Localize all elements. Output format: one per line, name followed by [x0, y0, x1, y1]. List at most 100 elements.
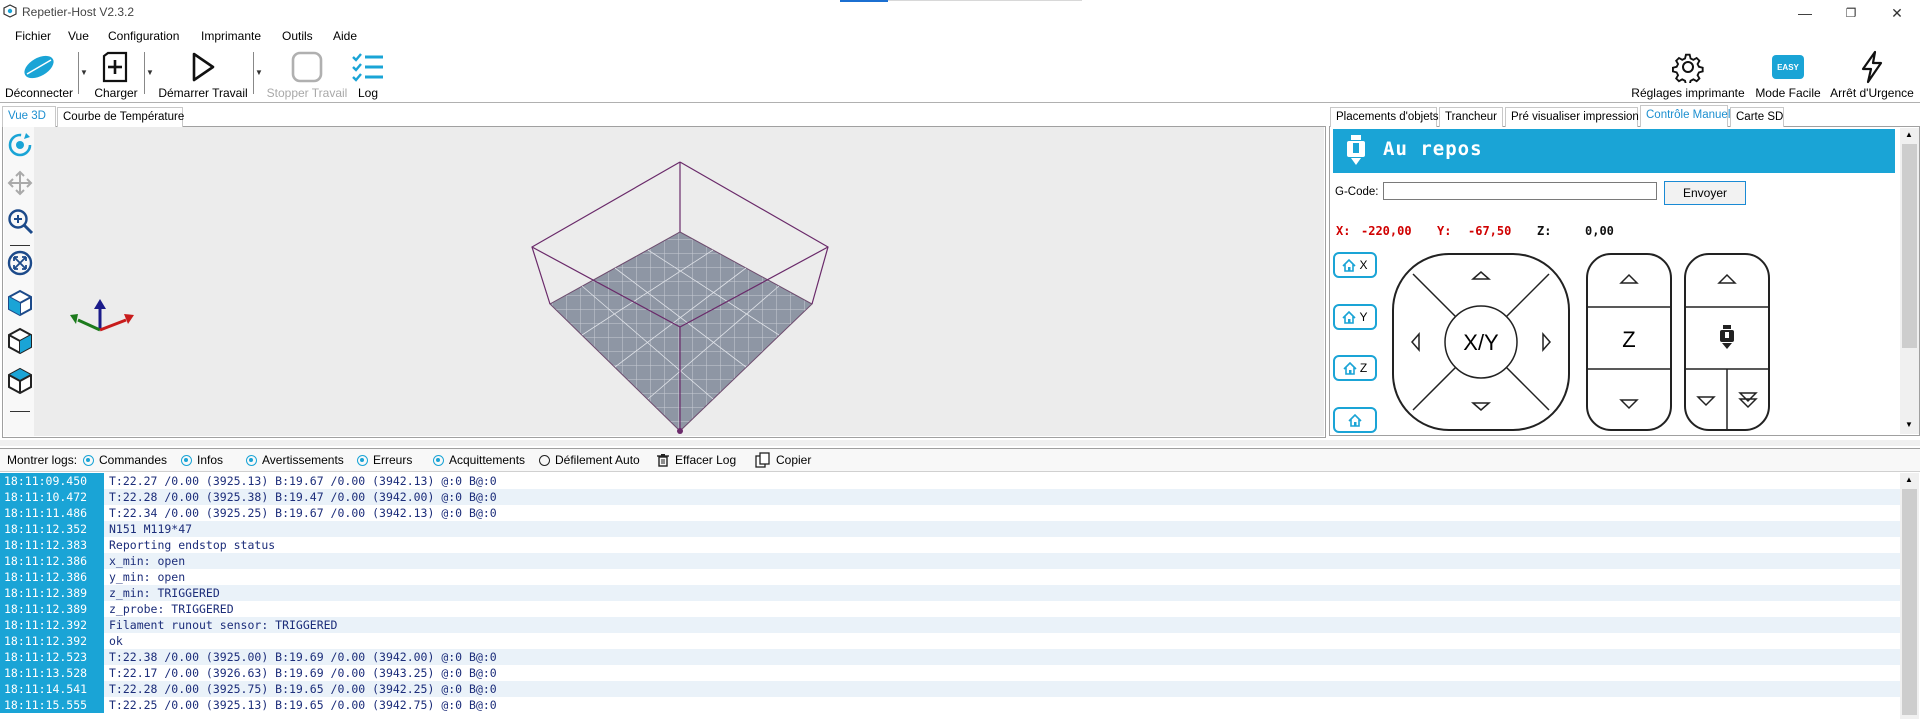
- errors-toggle[interactable]: Erreurs: [357, 449, 412, 471]
- log-row: 18:11:11.486 T:22.34 /0.00 (3925.25) B:19…: [0, 505, 1900, 521]
- log-scrollbar[interactable]: ▲: [1900, 473, 1919, 719]
- tab-temperature-curve[interactable]: Courbe de Température: [57, 107, 184, 127]
- home-icon: [1348, 413, 1362, 427]
- y-coord-label: Y:: [1437, 224, 1452, 238]
- xy-jog-pad[interactable]: X/Y: [1391, 252, 1571, 432]
- log-row: 18:11:09.450 T:22.27 /0.00 (3925.13) B:19…: [0, 473, 1900, 489]
- title-bar: Repetier-Host V2.3.2 — ❐ ✕: [0, 0, 1920, 26]
- log-row: 18:11:12.386 x_min: open: [0, 553, 1900, 569]
- radio-indicator: [246, 454, 257, 466]
- view-tools-sidebar: [4, 127, 34, 436]
- start-job-dropdown-icon[interactable]: ▼: [255, 68, 263, 77]
- log-button[interactable]: Log: [350, 46, 386, 102]
- home-x-button[interactable]: X: [1333, 252, 1377, 278]
- extruder-icon: [1347, 135, 1365, 165]
- easy-mode-button[interactable]: EASY Mode Facile: [1752, 46, 1824, 102]
- menu-outils[interactable]: Outils: [275, 26, 320, 46]
- left-tab-strip: Vue 3D Courbe de Température: [2, 105, 184, 127]
- move-icon[interactable]: [6, 169, 34, 197]
- z-coord-label: Z:: [1537, 224, 1552, 238]
- radio-indicator: [83, 454, 94, 466]
- acks-toggle[interactable]: Acquittements: [433, 449, 525, 471]
- copy-log-button[interactable]: Copier: [755, 449, 811, 471]
- maximize-button[interactable]: ❐: [1828, 0, 1874, 26]
- home-y-button[interactable]: Y: [1333, 304, 1377, 330]
- scrollbar-thumb[interactable]: [1902, 144, 1917, 348]
- load-button[interactable]: Charger: [92, 46, 140, 102]
- scroll-up-icon[interactable]: ▲: [1905, 130, 1913, 139]
- stop-icon: [290, 48, 324, 86]
- cube-top-icon[interactable]: [6, 327, 34, 355]
- infos-toggle[interactable]: Infos: [181, 449, 223, 471]
- 3d-viewport[interactable]: [34, 127, 1324, 436]
- tab-object-placement[interactable]: Placements d'objets: [1330, 107, 1439, 127]
- home-all-button[interactable]: [1333, 407, 1377, 433]
- log-row: 18:11:12.392 Filament runout sensor: TRIG…: [0, 617, 1900, 633]
- trash-icon: [657, 454, 669, 467]
- menu-vue[interactable]: Vue: [61, 26, 96, 46]
- xy-pad-label: X/Y: [1463, 330, 1499, 355]
- log-row: 18:11:10.472 T:22.28 /0.00 (3925.38) B:19…: [0, 489, 1900, 505]
- log-list[interactable]: 18:11:09.450 T:22.27 /0.00 (3925.13) B:19…: [0, 473, 1900, 719]
- cube-front-icon[interactable]: [6, 367, 34, 395]
- zoom-icon[interactable]: [6, 207, 34, 235]
- log-row: 18:11:12.389 z_probe: TRIGGERED: [0, 601, 1900, 617]
- disconnect-dropdown-icon[interactable]: ▼: [80, 68, 88, 77]
- stop-job-button[interactable]: Stopper Travail: [266, 46, 348, 102]
- fit-view-icon[interactable]: [6, 249, 34, 277]
- log-row: 18:11:12.383 Reporting endstop status: [0, 537, 1900, 553]
- tab-slicer[interactable]: Trancheur: [1439, 107, 1503, 127]
- toolbar-separator: [253, 52, 254, 94]
- show-logs-label: Montrer logs:: [7, 453, 78, 467]
- send-button[interactable]: Envoyer: [1664, 181, 1746, 205]
- commands-toggle[interactable]: Commandes: [83, 449, 167, 471]
- home-z-button[interactable]: Z: [1333, 355, 1377, 381]
- minimize-button[interactable]: —: [1782, 0, 1828, 26]
- x-coord-label: X:: [1336, 224, 1351, 238]
- sidebar-divider: [10, 245, 30, 246]
- menu-configuration[interactable]: Configuration: [101, 26, 186, 46]
- close-button[interactable]: ✕: [1874, 0, 1920, 26]
- z-pad-label: Z: [1622, 327, 1636, 352]
- gcode-label: G-Code:: [1335, 186, 1379, 198]
- manual-control-scrollbar[interactable]: ▲ ▼: [1900, 128, 1919, 434]
- radio-indicator: [433, 454, 444, 466]
- tab-print-preview[interactable]: Pré visualiser impression: [1505, 107, 1639, 127]
- toolbar-bottom-border: [0, 102, 1920, 103]
- warnings-toggle[interactable]: Avertissements: [246, 449, 344, 471]
- load-dropdown-icon[interactable]: ▼: [146, 68, 154, 77]
- main-toolbar: Déconnecter ▼ Charger ▼ Démarrer Travail…: [0, 46, 1920, 102]
- scroll-up-icon[interactable]: ▲: [1905, 475, 1913, 484]
- panel-splitter[interactable]: [0, 440, 1920, 446]
- home-icon: [1342, 258, 1357, 272]
- z-coord-value: 0,00: [1585, 224, 1614, 238]
- scrollbar-thumb[interactable]: [1902, 489, 1917, 715]
- start-job-button[interactable]: Démarrer Travail: [158, 46, 248, 102]
- app-icon: [3, 4, 17, 18]
- autoscroll-toggle[interactable]: Défilement Auto: [539, 449, 640, 471]
- tab-sd-card[interactable]: Carte SD: [1730, 107, 1784, 127]
- title-track-line: [888, 0, 1082, 1]
- gcode-input[interactable]: [1383, 182, 1657, 200]
- tab-vue-3d[interactable]: Vue 3D: [2, 106, 56, 127]
- tab-manual-control[interactable]: Contrôle Manuel: [1640, 105, 1730, 127]
- disconnect-button[interactable]: Déconnecter: [4, 46, 74, 102]
- emergency-stop-button[interactable]: Arrêt d'Urgence: [1828, 46, 1916, 102]
- log-row: 18:11:14.541 T:22.28 /0.00 (3925.75) B:19…: [0, 681, 1900, 697]
- play-icon: [190, 48, 216, 86]
- rotate-icon[interactable]: [6, 131, 34, 159]
- menu-aide[interactable]: Aide: [326, 26, 364, 46]
- menu-fichier[interactable]: Fichier: [8, 26, 58, 46]
- printer-status-text: Au repos: [1383, 138, 1483, 160]
- menu-imprimante[interactable]: Imprimante: [194, 26, 268, 46]
- x-coord-value: -220,00: [1361, 224, 1412, 238]
- z-jog-pad[interactable]: Z: [1585, 252, 1673, 432]
- printer-settings-button[interactable]: Réglages imprimante: [1630, 46, 1746, 102]
- cube-view-icon[interactable]: [6, 289, 34, 317]
- y-coord-value: -67,50: [1468, 224, 1512, 238]
- log-row: 18:11:12.523 T:22.38 /0.00 (3925.00) B:19…: [0, 649, 1900, 665]
- scroll-down-icon[interactable]: ▼: [1905, 420, 1913, 429]
- clear-log-button[interactable]: Effacer Log: [656, 449, 736, 471]
- extruder-jog-pad[interactable]: [1683, 252, 1771, 432]
- radio-indicator: [357, 454, 368, 466]
